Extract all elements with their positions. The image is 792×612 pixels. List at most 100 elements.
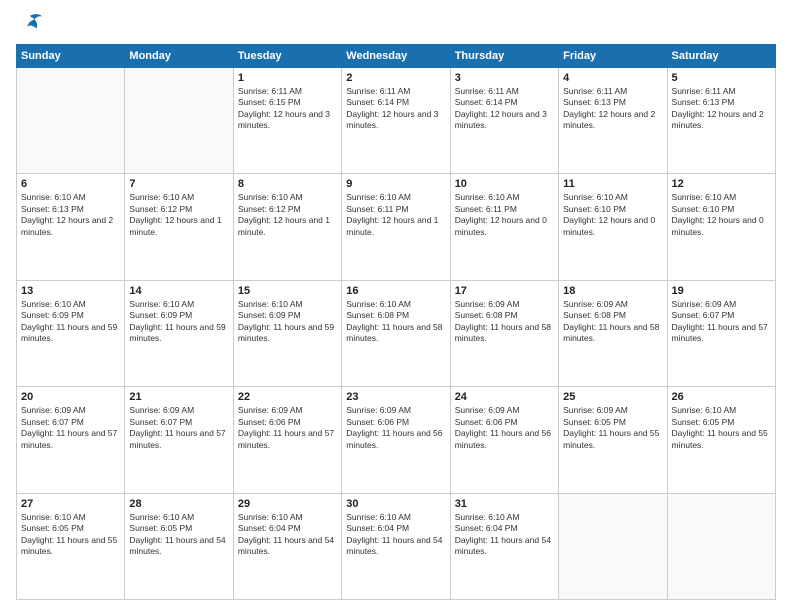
cell-sun-info: Sunrise: 6:10 AM Sunset: 6:09 PM Dayligh… <box>129 299 228 345</box>
day-number: 22 <box>238 391 337 403</box>
week-row-5: 27 Sunrise: 6:10 AM Sunset: 6:05 PM Dayli… <box>17 493 776 599</box>
calendar-cell: 21Sunrise: 6:09 AM Sunset: 6:07 PM Dayli… <box>125 387 233 493</box>
calendar-cell <box>17 68 125 174</box>
cell-sun-info: Sunrise: 6:09 AM Sunset: 6:06 PM Dayligh… <box>238 405 337 451</box>
page: SundayMondayTuesdayWednesdayThursdayFrid… <box>0 0 792 612</box>
cell-sun-info: Sunrise: 6:10 AM Sunset: 6:10 PM Dayligh… <box>672 192 771 238</box>
calendar-cell: 13 Sunrise: 6:10 AM Sunset: 6:09 PM Dayli… <box>17 280 125 386</box>
day-number: 9 <box>346 178 445 190</box>
logo <box>16 12 48 34</box>
day-number: 28 <box>129 498 228 510</box>
day-number: 15 <box>238 285 337 297</box>
day-number: 1 <box>238 72 337 84</box>
cell-sun-info: Sunrise: 6:11 AM Sunset: 6:14 PM Dayligh… <box>346 86 445 132</box>
calendar-cell: 19 Sunrise: 6:09 AM Sunset: 6:07 PM Dayli… <box>667 280 775 386</box>
calendar-cell: 9 Sunrise: 6:10 AM Sunset: 6:11 PM Daylig… <box>342 174 450 280</box>
week-row-1: 1Sunrise: 6:11 AM Sunset: 6:15 PM Daylig… <box>17 68 776 174</box>
day-number: 16 <box>346 285 445 297</box>
calendar-cell: 14 Sunrise: 6:10 AM Sunset: 6:09 PM Dayli… <box>125 280 233 386</box>
cell-sun-info: Sunrise: 6:09 AM Sunset: 6:07 PM Dayligh… <box>672 299 771 345</box>
weekday-tuesday: Tuesday <box>233 45 341 68</box>
calendar-cell <box>559 493 667 599</box>
calendar-cell: 30 Sunrise: 6:10 AM Sunset: 6:04 PM Dayli… <box>342 493 450 599</box>
calendar-cell: 12 Sunrise: 6:10 AM Sunset: 6:10 PM Dayli… <box>667 174 775 280</box>
weekday-thursday: Thursday <box>450 45 558 68</box>
calendar-cell: 18 Sunrise: 6:09 AM Sunset: 6:08 PM Dayli… <box>559 280 667 386</box>
cell-sun-info: Sunrise: 6:10 AM Sunset: 6:09 PM Dayligh… <box>238 299 337 345</box>
day-number: 27 <box>21 498 120 510</box>
day-number: 13 <box>21 285 120 297</box>
cell-sun-info: Sunrise: 6:10 AM Sunset: 6:05 PM Dayligh… <box>21 512 120 558</box>
day-number: 14 <box>129 285 228 297</box>
day-number: 10 <box>455 178 554 190</box>
calendar-cell: 8 Sunrise: 6:10 AM Sunset: 6:12 PM Daylig… <box>233 174 341 280</box>
cell-sun-info: Sunrise: 6:10 AM Sunset: 6:12 PM Dayligh… <box>129 192 228 238</box>
calendar-cell <box>667 493 775 599</box>
calendar-cell: 20 Sunrise: 6:09 AM Sunset: 6:07 PM Dayli… <box>17 387 125 493</box>
cell-sun-info: Sunrise: 6:09 AM Sunset: 6:05 PM Dayligh… <box>563 405 662 451</box>
calendar-table: SundayMondayTuesdayWednesdayThursdayFrid… <box>16 44 776 600</box>
calendar-cell: 6 Sunrise: 6:10 AM Sunset: 6:13 PM Daylig… <box>17 174 125 280</box>
cell-sun-info: Sunrise: 6:10 AM Sunset: 6:10 PM Dayligh… <box>563 192 662 238</box>
calendar-cell: 24 Sunrise: 6:09 AM Sunset: 6:06 PM Dayli… <box>450 387 558 493</box>
calendar-cell: 7Sunrise: 6:10 AM Sunset: 6:12 PM Daylig… <box>125 174 233 280</box>
calendar-cell: 15 Sunrise: 6:10 AM Sunset: 6:09 PM Dayli… <box>233 280 341 386</box>
logo-icon <box>16 12 44 34</box>
cell-sun-info: Sunrise: 6:09 AM Sunset: 6:08 PM Dayligh… <box>563 299 662 345</box>
day-number: 23 <box>346 391 445 403</box>
cell-sun-info: Sunrise: 6:09 AM Sunset: 6:07 PM Dayligh… <box>21 405 120 451</box>
day-number: 6 <box>21 178 120 190</box>
day-number: 20 <box>21 391 120 403</box>
day-number: 29 <box>238 498 337 510</box>
calendar-cell: 31 Sunrise: 6:10 AM Sunset: 6:04 PM Dayli… <box>450 493 558 599</box>
cell-sun-info: Sunrise: 6:10 AM Sunset: 6:11 PM Dayligh… <box>455 192 554 238</box>
calendar-cell: 28Sunrise: 6:10 AM Sunset: 6:05 PM Dayli… <box>125 493 233 599</box>
day-number: 25 <box>563 391 662 403</box>
cell-sun-info: Sunrise: 6:09 AM Sunset: 6:06 PM Dayligh… <box>346 405 445 451</box>
day-number: 5 <box>672 72 771 84</box>
calendar-cell: 26Sunrise: 6:10 AM Sunset: 6:05 PM Dayli… <box>667 387 775 493</box>
weekday-saturday: Saturday <box>667 45 775 68</box>
calendar-cell: 22 Sunrise: 6:09 AM Sunset: 6:06 PM Dayli… <box>233 387 341 493</box>
cell-sun-info: Sunrise: 6:10 AM Sunset: 6:08 PM Dayligh… <box>346 299 445 345</box>
day-number: 11 <box>563 178 662 190</box>
weekday-sunday: Sunday <box>17 45 125 68</box>
cell-sun-info: Sunrise: 6:10 AM Sunset: 6:11 PM Dayligh… <box>346 192 445 238</box>
calendar-cell: 5 Sunrise: 6:11 AM Sunset: 6:13 PM Daylig… <box>667 68 775 174</box>
cell-sun-info: Sunrise: 6:10 AM Sunset: 6:05 PM Dayligh… <box>672 405 771 451</box>
cell-sun-info: Sunrise: 6:10 AM Sunset: 6:12 PM Dayligh… <box>238 192 337 238</box>
day-number: 19 <box>672 285 771 297</box>
header <box>16 12 776 34</box>
day-number: 3 <box>455 72 554 84</box>
day-number: 30 <box>346 498 445 510</box>
weekday-monday: Monday <box>125 45 233 68</box>
calendar-cell: 1Sunrise: 6:11 AM Sunset: 6:15 PM Daylig… <box>233 68 341 174</box>
calendar-cell: 2 Sunrise: 6:11 AM Sunset: 6:14 PM Daylig… <box>342 68 450 174</box>
weekday-wednesday: Wednesday <box>342 45 450 68</box>
day-number: 31 <box>455 498 554 510</box>
cell-sun-info: Sunrise: 6:11 AM Sunset: 6:13 PM Dayligh… <box>672 86 771 132</box>
day-number: 24 <box>455 391 554 403</box>
cell-sun-info: Sunrise: 6:10 AM Sunset: 6:04 PM Dayligh… <box>346 512 445 558</box>
weekday-header-row: SundayMondayTuesdayWednesdayThursdayFrid… <box>17 45 776 68</box>
calendar-cell: 27 Sunrise: 6:10 AM Sunset: 6:05 PM Dayli… <box>17 493 125 599</box>
day-number: 12 <box>672 178 771 190</box>
calendar-cell: 4 Sunrise: 6:11 AM Sunset: 6:13 PM Daylig… <box>559 68 667 174</box>
cell-sun-info: Sunrise: 6:10 AM Sunset: 6:13 PM Dayligh… <box>21 192 120 238</box>
day-number: 4 <box>563 72 662 84</box>
calendar-cell: 10 Sunrise: 6:10 AM Sunset: 6:11 PM Dayli… <box>450 174 558 280</box>
cell-sun-info: Sunrise: 6:09 AM Sunset: 6:06 PM Dayligh… <box>455 405 554 451</box>
calendar-cell: 29 Sunrise: 6:10 AM Sunset: 6:04 PM Dayli… <box>233 493 341 599</box>
calendar-cell: 11 Sunrise: 6:10 AM Sunset: 6:10 PM Dayli… <box>559 174 667 280</box>
day-number: 18 <box>563 285 662 297</box>
day-number: 2 <box>346 72 445 84</box>
cell-sun-info: Sunrise: 6:10 AM Sunset: 6:09 PM Dayligh… <box>21 299 120 345</box>
day-number: 8 <box>238 178 337 190</box>
cell-sun-info: Sunrise: 6:11 AM Sunset: 6:13 PM Dayligh… <box>563 86 662 132</box>
calendar-cell: 23 Sunrise: 6:09 AM Sunset: 6:06 PM Dayli… <box>342 387 450 493</box>
cell-sun-info: Sunrise: 6:10 AM Sunset: 6:04 PM Dayligh… <box>238 512 337 558</box>
calendar-cell: 25 Sunrise: 6:09 AM Sunset: 6:05 PM Dayli… <box>559 387 667 493</box>
cell-sun-info: Sunrise: 6:09 AM Sunset: 6:08 PM Dayligh… <box>455 299 554 345</box>
calendar-cell: 3Sunrise: 6:11 AM Sunset: 6:14 PM Daylig… <box>450 68 558 174</box>
cell-sun-info: Sunrise: 6:10 AM Sunset: 6:04 PM Dayligh… <box>455 512 554 558</box>
